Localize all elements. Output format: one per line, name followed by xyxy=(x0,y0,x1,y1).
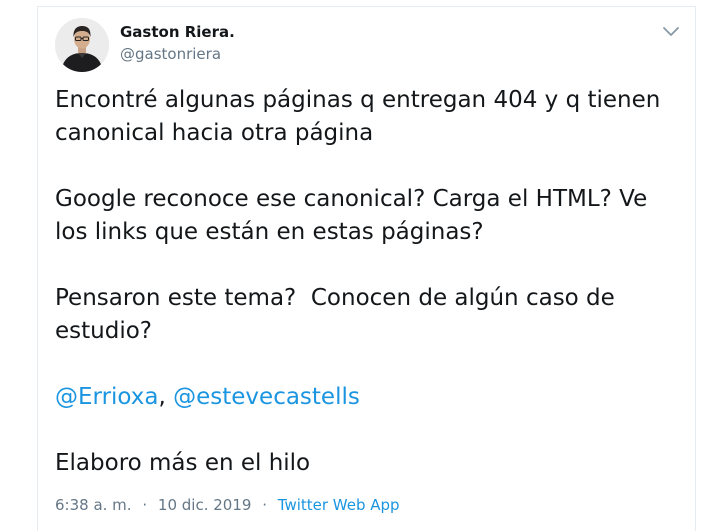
tweet-page: Gaston Riera. @gastonriera Encontré algu… xyxy=(0,0,727,531)
author-handle[interactable]: @gastonriera xyxy=(120,45,221,63)
tweet-text: Encontré algunas páginas q entregan 404 … xyxy=(55,84,685,513)
chevron-down-icon[interactable] xyxy=(662,24,680,38)
tweet-paragraph-3: Pensaron este tema? Conocen de algún cas… xyxy=(55,285,623,344)
tweet-paragraph-5: Elaboro más en el hilo xyxy=(55,450,311,476)
meta-separator: · xyxy=(142,496,148,514)
tweet-mentions: @Errioxa, @estevecastells xyxy=(55,381,685,414)
tweet-time[interactable]: 6:38 a. m. xyxy=(55,496,132,514)
mention-separator: , xyxy=(158,384,174,410)
tweet-paragraph-2: Google reconoce ese canonical? Carga el … xyxy=(55,186,655,245)
mention-link-errioxa[interactable]: @Errioxa xyxy=(55,384,159,410)
tweet-source-link[interactable]: Twitter Web App xyxy=(278,496,400,514)
tweet-paragraph-1: Encontré algunas páginas q entregan 404 … xyxy=(55,87,668,146)
meta-separator: · xyxy=(262,496,267,514)
tweet-meta: 6:38 a. m. · 10 dic. 2019 · Twitter Web … xyxy=(55,496,400,514)
avatar[interactable] xyxy=(55,18,109,72)
author-name[interactable]: Gaston Riera. xyxy=(120,23,235,41)
tweet-date[interactable]: 10 dic. 2019 xyxy=(158,496,252,514)
mention-link-estevecastells[interactable]: @estevecastells xyxy=(173,384,360,410)
avatar-photo xyxy=(55,18,109,72)
